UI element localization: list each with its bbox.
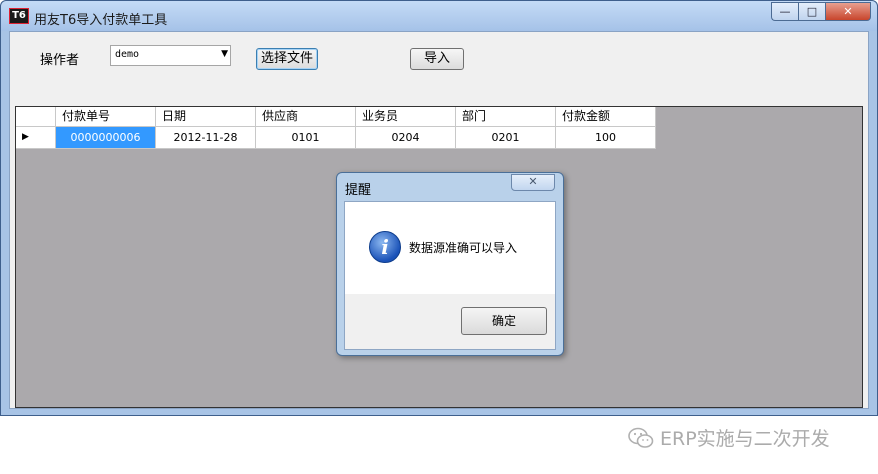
table-row[interactable]: ▶ 0000000006 2012-11-28 0101 0204 0201 1… bbox=[16, 127, 656, 149]
operator-value: demo bbox=[115, 49, 140, 60]
dialog-message: 数据源准确可以导入 bbox=[409, 241, 518, 255]
watermark-text: ERP实施与二次开发 bbox=[660, 428, 830, 450]
ok-button[interactable]: 确定 bbox=[461, 307, 547, 335]
row-header-corner bbox=[16, 107, 56, 127]
table-cell[interactable]: 0000000006 bbox=[56, 127, 156, 149]
wechat-icon bbox=[628, 427, 654, 448]
table-cell[interactable]: 0201 bbox=[456, 127, 556, 149]
close-button[interactable]: ✕ bbox=[825, 2, 871, 21]
dialog-message-area: i 数据源准确可以导入 bbox=[345, 202, 555, 294]
dialog-close-button[interactable]: ✕ bbox=[511, 174, 555, 191]
table-cell[interactable]: 0204 bbox=[356, 127, 456, 149]
grid-header: 付款单号 日期 供应商 业务员 部门 付款金额 bbox=[16, 107, 656, 127]
window-title: 用友T6导入付款单工具 bbox=[34, 13, 168, 28]
chevron-down-icon[interactable]: ▼ bbox=[221, 49, 228, 59]
dialog-body: i 数据源准确可以导入 确定 bbox=[344, 201, 556, 350]
column-header[interactable]: 付款金额 bbox=[556, 107, 656, 127]
column-header[interactable]: 业务员 bbox=[356, 107, 456, 127]
import-button[interactable]: 导入 bbox=[410, 48, 464, 70]
app-logo-icon: T6 bbox=[9, 8, 29, 24]
dialog-title: 提醒 bbox=[345, 183, 372, 198]
watermark: ERP实施与二次开发 bbox=[628, 424, 830, 451]
column-header[interactable]: 日期 bbox=[156, 107, 256, 127]
table-cell[interactable]: 0101 bbox=[256, 127, 356, 149]
column-header[interactable]: 部门 bbox=[456, 107, 556, 127]
title-bar[interactable]: T6 用友T6导入付款单工具 — □ ✕ bbox=[1, 1, 877, 31]
column-header[interactable]: 付款单号 bbox=[56, 107, 156, 127]
info-icon: i bbox=[369, 231, 401, 263]
table-cell[interactable]: 2012-11-28 bbox=[156, 127, 256, 149]
choose-file-button[interactable]: 选择文件 bbox=[256, 48, 318, 70]
minimize-button[interactable]: — bbox=[771, 2, 798, 21]
maximize-button[interactable]: □ bbox=[798, 2, 825, 21]
operator-label: 操作者 bbox=[40, 53, 80, 68]
operator-select[interactable]: demo ▼ bbox=[110, 45, 231, 66]
window-controls: — □ ✕ bbox=[771, 2, 871, 21]
row-selector-arrow-icon[interactable]: ▶ bbox=[16, 127, 56, 149]
alert-dialog: 提醒 ✕ i 数据源准确可以导入 确定 bbox=[336, 172, 564, 356]
column-header[interactable]: 供应商 bbox=[256, 107, 356, 127]
table-cell[interactable]: 100 bbox=[556, 127, 656, 149]
